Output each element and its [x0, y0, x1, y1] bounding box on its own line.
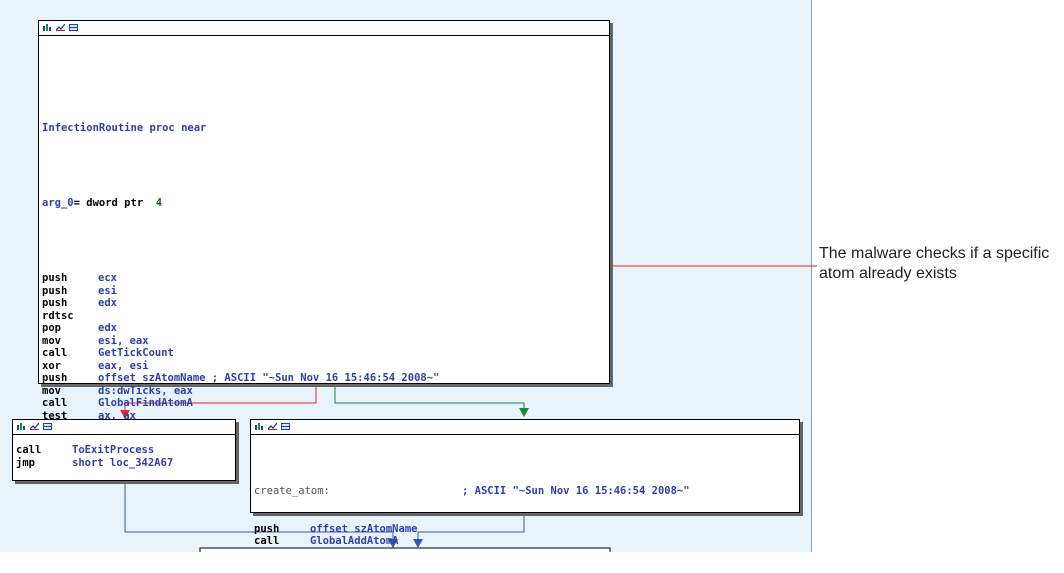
instruction-line: xor eax, esi	[42, 360, 439, 373]
mnemonic: jmp	[16, 456, 35, 469]
table-icon	[69, 24, 78, 31]
annotation-callout: The malware checks if a specific atom al…	[819, 245, 1050, 282]
mnemonic: call	[42, 347, 68, 359]
instruction-list: call ToExitProcess jmp short loc_342A67	[16, 444, 173, 469]
operands: GlobalAddAtomA	[310, 535, 399, 547]
chart-icon	[30, 423, 39, 430]
main-code-listing: InfectionRoutine proc near arg_0= dword …	[42, 97, 439, 460]
instruction-list: push offset szAtomName call GlobalAddAtomA	[254, 523, 690, 548]
instruction-line: call ToExitProcess	[16, 444, 173, 457]
instruction-line: call GlobalAddAtomA	[254, 535, 690, 548]
instruction-line: push offset szAtomName ; ASCII "~Sun Nov …	[42, 372, 439, 385]
instruction-line: push edx	[42, 297, 439, 310]
instruction-line: mov ds:dwTicks, eax	[42, 385, 439, 398]
create-atom-block[interactable]: create_atom: ; ASCII "~Sun Nov 16 15:46:5…	[250, 419, 800, 547]
mnemonic: mov	[42, 334, 61, 347]
instruction-line: pop edx	[42, 322, 439, 335]
instruction-line: push esi	[42, 285, 439, 298]
exit-code-block[interactable]: call ToExitProcess jmp short loc_342A67	[12, 419, 236, 481]
chart-icon	[56, 24, 65, 31]
mnemonic: push	[42, 284, 68, 297]
main-code-block[interactable]: InfectionRoutine proc near arg_0= dword …	[38, 20, 610, 434]
block-title-bar	[13, 420, 235, 435]
mnemonic: call	[16, 444, 42, 456]
instruction-line: jmp short loc_342A67	[16, 457, 173, 470]
mnemonic: call	[42, 397, 68, 409]
label-line: create_atom: ; ASCII "~Sun Nov 16 15:46:5…	[254, 485, 690, 498]
mnemonic: call	[254, 535, 280, 547]
instruction-line: call GlobalFindAtomA	[42, 397, 439, 410]
operands: eax, esi	[98, 359, 149, 372]
instruction-line: call GetTickCount	[42, 347, 439, 360]
label-comment: ; ASCII "~Sun Nov 16 15:46:54 2008~"	[462, 485, 690, 497]
chart-icon	[268, 423, 277, 430]
operands: esi, eax	[98, 334, 149, 347]
operands: GetTickCount	[98, 347, 174, 359]
mnemonic: pop	[42, 322, 61, 334]
graph-icon	[17, 423, 25, 430]
operands: esi	[98, 284, 117, 297]
table-icon	[281, 423, 290, 430]
instruction-line: push ecx	[42, 272, 439, 285]
mnemonic: rdtsc	[42, 309, 74, 322]
mnemonic: xor	[42, 359, 61, 372]
operands: short loc_342A67	[72, 456, 174, 469]
create-atom-listing: create_atom: ; ASCII "~Sun Nov 16 15:46:5…	[254, 460, 690, 573]
mnemonic: push	[42, 272, 68, 284]
operands: GlobalFindAtomA	[98, 397, 193, 409]
block-title-bar	[39, 21, 609, 36]
graph-icon	[255, 423, 263, 430]
operands: edx	[98, 297, 117, 309]
arg-offset: 4	[155, 197, 163, 209]
operands: offset szAtomName	[310, 522, 418, 535]
operands: offset szAtomName ; ASCII "~Sun Nov 16 1…	[98, 372, 440, 384]
instruction-line: mov esi, eax	[42, 335, 439, 348]
instruction-list: push ecx push esi push edx rdtsc pop edx mov esi, …	[42, 272, 439, 435]
operands: ds:dwTicks, eax	[98, 384, 193, 397]
table-icon	[43, 423, 52, 430]
arg-type: = dword ptr	[73, 197, 156, 209]
mnemonic: push	[42, 297, 68, 309]
instruction-line: push offset szAtomName	[254, 523, 690, 536]
arg-declaration: arg_0= dword ptr 4	[42, 197, 439, 210]
create-atom-label: create_atom:	[254, 485, 330, 497]
mnemonic: push	[42, 372, 68, 384]
operands: ecx	[98, 272, 117, 284]
mnemonic: push	[254, 522, 280, 535]
block-title-bar	[251, 420, 799, 435]
operands: ToExitProcess	[72, 444, 155, 456]
graph-icon	[43, 24, 51, 31]
operands: edx	[98, 322, 117, 334]
mnemonic: mov	[42, 384, 61, 397]
proc-declaration: InfectionRoutine proc near	[42, 122, 207, 134]
instruction-line: rdtsc	[42, 310, 439, 323]
arg-name: arg_0	[42, 197, 74, 209]
